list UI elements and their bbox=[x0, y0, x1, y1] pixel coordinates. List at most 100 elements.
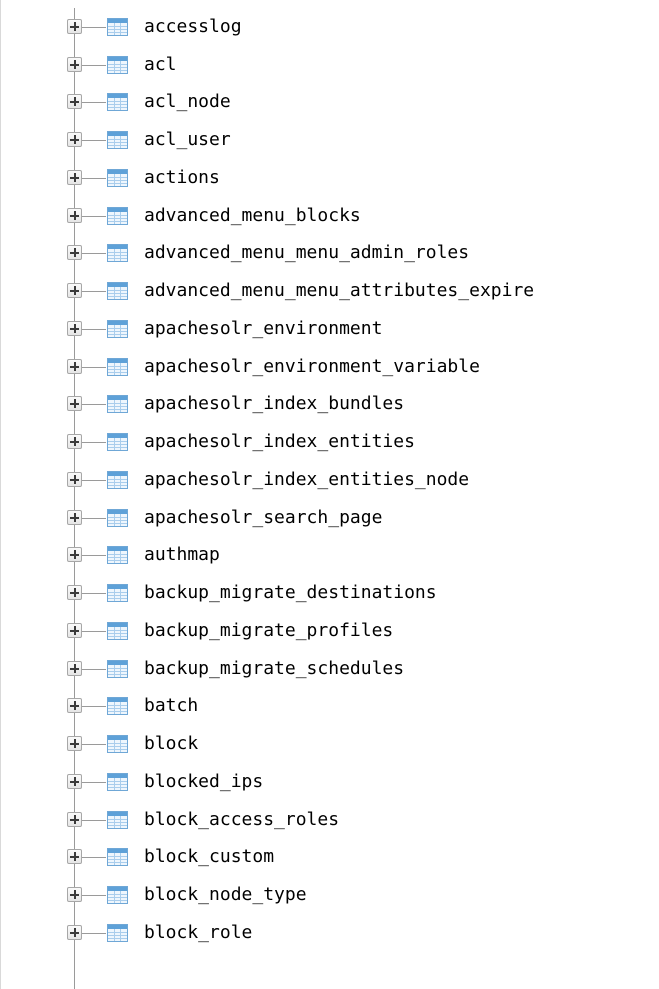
plus-expander-icon[interactable] bbox=[67, 849, 82, 865]
tree-node-label[interactable]: block_node_type bbox=[144, 885, 307, 905]
tree-branch-line bbox=[82, 857, 106, 859]
plus-expander-icon[interactable] bbox=[67, 924, 82, 940]
table-icon bbox=[107, 395, 128, 414]
plus-expander-icon[interactable] bbox=[67, 547, 82, 563]
tree-node-table[interactable]: authmap bbox=[1, 537, 659, 575]
tree-node-table[interactable]: actions bbox=[1, 159, 659, 197]
plus-expander-icon[interactable] bbox=[67, 660, 82, 676]
table-icon bbox=[107, 735, 128, 754]
tree-node-table[interactable]: batch bbox=[1, 688, 659, 726]
tree-node-table[interactable]: block_access_roles bbox=[1, 801, 659, 839]
tree-node-label[interactable]: authmap bbox=[144, 545, 220, 565]
table-icon bbox=[107, 772, 128, 791]
tree-node-label[interactable]: actions bbox=[144, 167, 220, 188]
plus-expander-icon[interactable] bbox=[67, 585, 82, 601]
tree-node-table[interactable]: apachesolr_index_entities_node bbox=[1, 461, 659, 499]
tree-branch-line bbox=[82, 630, 106, 632]
plus-expander-icon[interactable] bbox=[67, 471, 82, 487]
tree-node-table[interactable]: apachesolr_environment_variable bbox=[1, 348, 659, 386]
tree-node-table[interactable]: block_node_type bbox=[1, 876, 659, 914]
tree-node-label[interactable]: acl_user bbox=[144, 130, 231, 150]
tree-node-table[interactable]: acl_user bbox=[1, 121, 659, 159]
plus-expander-icon[interactable] bbox=[67, 396, 82, 412]
tree-branch-line bbox=[82, 593, 106, 595]
tree-node-label[interactable]: advanced_menu_menu_attributes_expire bbox=[144, 281, 534, 301]
tree-node-label[interactable]: accesslog bbox=[144, 16, 242, 37]
tree-node-table[interactable]: apachesolr_index_bundles bbox=[1, 386, 659, 424]
tree-node-table[interactable]: apachesolr_index_entities bbox=[1, 423, 659, 461]
tree-branch-line bbox=[82, 26, 106, 28]
plus-expander-icon[interactable] bbox=[67, 698, 82, 714]
tree-branch-line bbox=[82, 64, 106, 66]
table-icon bbox=[107, 131, 128, 150]
plus-expander-icon[interactable] bbox=[67, 94, 82, 110]
plus-expander-icon[interactable] bbox=[67, 56, 82, 72]
table-icon bbox=[107, 433, 128, 452]
tree-branch-line bbox=[82, 706, 106, 708]
tree-node-table[interactable]: advanced_menu_menu_admin_roles bbox=[1, 235, 659, 273]
tree-node-label[interactable]: apachesolr_search_page bbox=[144, 507, 382, 528]
tree-node-table[interactable]: block_custom bbox=[1, 839, 659, 877]
tree-node-table[interactable]: block bbox=[1, 725, 659, 763]
table-icon bbox=[107, 168, 128, 187]
plus-expander-icon[interactable] bbox=[67, 509, 82, 525]
tree-node-label[interactable]: acl_node bbox=[144, 92, 231, 112]
tree-node-label[interactable]: apachesolr_index_entities bbox=[144, 432, 415, 452]
tree-node-label[interactable]: advanced_menu_menu_admin_roles bbox=[144, 243, 469, 263]
tree-node-label[interactable]: backup_migrate_profiles bbox=[144, 620, 393, 641]
tree-node-label[interactable]: blocked_ips bbox=[144, 771, 263, 792]
plus-expander-icon[interactable] bbox=[67, 887, 82, 903]
plus-expander-icon[interactable] bbox=[67, 811, 82, 827]
tree-node-table[interactable]: accesslog bbox=[1, 8, 659, 46]
tree-node-label[interactable]: backup_migrate_schedules bbox=[144, 658, 404, 679]
tree-node-table[interactable]: blocked_ips bbox=[1, 763, 659, 801]
tree-node-label[interactable]: acl bbox=[144, 54, 177, 75]
table-icon bbox=[107, 508, 128, 527]
table-icon bbox=[107, 697, 128, 716]
tree-branch-line bbox=[82, 215, 106, 217]
table-icon bbox=[107, 810, 128, 829]
tree-node-table[interactable]: advanced_menu_menu_attributes_expire bbox=[1, 272, 659, 310]
tree-node-table[interactable]: backup_migrate_destinations bbox=[1, 574, 659, 612]
tree-node-label[interactable]: apachesolr_index_bundles bbox=[144, 394, 404, 414]
tree-node-table[interactable]: block_role bbox=[1, 914, 659, 952]
plus-expander-icon[interactable] bbox=[67, 622, 82, 638]
tree-branch-line bbox=[82, 479, 106, 481]
tree-node-label[interactable]: block_access_roles bbox=[144, 809, 339, 830]
plus-expander-icon[interactable] bbox=[67, 245, 82, 261]
plus-expander-icon[interactable] bbox=[67, 320, 82, 336]
plus-expander-icon[interactable] bbox=[67, 132, 82, 148]
tree-node-label[interactable]: batch bbox=[144, 696, 198, 716]
tree-node-table[interactable]: backup_migrate_schedules bbox=[1, 650, 659, 688]
tree-node-table[interactable]: advanced_menu_blocks bbox=[1, 197, 659, 235]
plus-expander-icon[interactable] bbox=[67, 18, 82, 34]
tree-branch-line bbox=[82, 328, 106, 330]
tree-node-table[interactable]: acl_node bbox=[1, 84, 659, 122]
table-icon bbox=[107, 659, 128, 678]
tree-node-label[interactable]: apachesolr_environment bbox=[144, 318, 382, 339]
tree-branch-line bbox=[82, 366, 106, 368]
tree-node-label[interactable]: apachesolr_index_entities_node bbox=[144, 469, 469, 490]
table-icon bbox=[107, 93, 128, 112]
tree-node-table[interactable]: backup_migrate_profiles bbox=[1, 612, 659, 650]
tree-node-label[interactable]: advanced_menu_blocks bbox=[144, 205, 361, 226]
tree-node-label[interactable]: block_role bbox=[144, 922, 252, 943]
plus-expander-icon[interactable] bbox=[67, 773, 82, 789]
tree-branch-line bbox=[82, 442, 106, 444]
plus-expander-icon[interactable] bbox=[67, 207, 82, 223]
plus-expander-icon[interactable] bbox=[67, 283, 82, 299]
plus-expander-icon[interactable] bbox=[67, 358, 82, 374]
plus-expander-icon[interactable] bbox=[67, 736, 82, 752]
tree-node-table[interactable]: apachesolr_environment bbox=[1, 310, 659, 348]
tree-node-label[interactable]: backup_migrate_destinations bbox=[144, 583, 437, 603]
tree-node-label[interactable]: block_custom bbox=[144, 847, 274, 867]
tree-branch-line bbox=[82, 895, 106, 897]
plus-expander-icon[interactable] bbox=[67, 169, 82, 185]
tree-node-label[interactable]: block bbox=[144, 734, 198, 754]
tree-branch-line bbox=[82, 932, 106, 934]
tree-node-table[interactable]: apachesolr_search_page bbox=[1, 499, 659, 537]
tree-node-label[interactable]: apachesolr_environment_variable bbox=[144, 356, 480, 377]
table-icon bbox=[107, 546, 128, 565]
plus-expander-icon[interactable] bbox=[67, 434, 82, 450]
tree-node-table[interactable]: acl bbox=[1, 46, 659, 84]
